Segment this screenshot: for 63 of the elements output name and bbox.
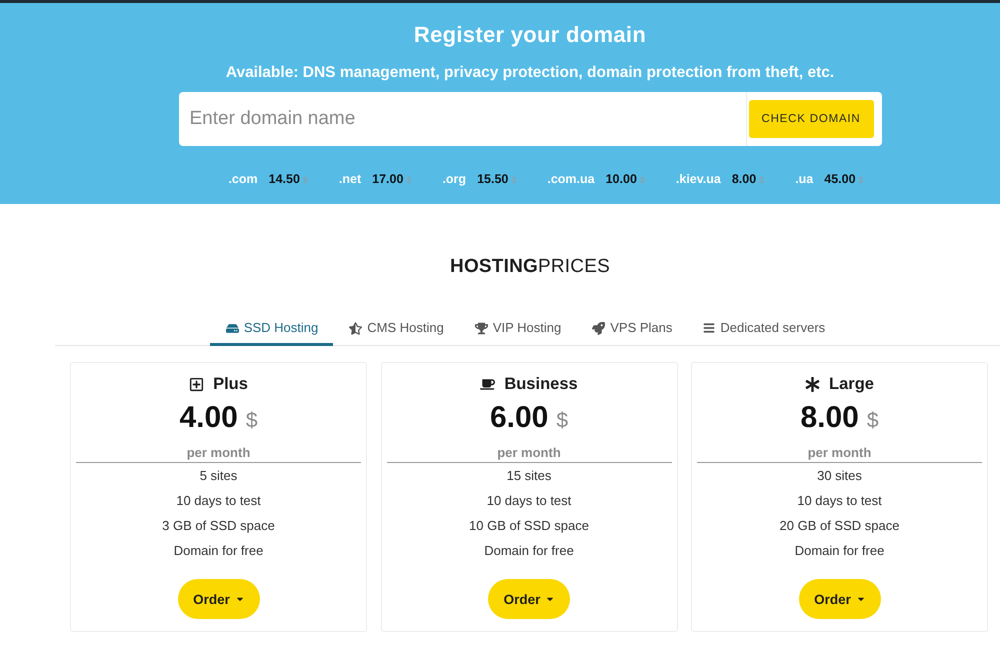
coffee-cup-icon <box>480 376 496 392</box>
domain-search-field[interactable]: Enter domain name CHECK DOMAIN <box>178 92 882 146</box>
plan-feature: 10 GB of SSD space <box>469 517 589 535</box>
hard-drive-icon <box>226 322 239 334</box>
domain-zone: .ua <box>795 172 814 186</box>
hosting-tab[interactable]: VIP Hosting <box>458 310 576 346</box>
plan-price: 6.00 <box>490 400 548 436</box>
billing-period: per month <box>186 444 250 462</box>
plan-feature: Domain for free <box>484 542 574 560</box>
plan-feature: Domain for free <box>174 542 264 560</box>
domain-price: 45.00 <box>824 172 856 186</box>
check-domain-button[interactable]: CHECK DOMAIN <box>748 100 874 138</box>
plan-feature: 3 GB of SSD space <box>162 517 275 535</box>
domain-zone: .net <box>338 172 362 186</box>
currency-symbol: $ <box>759 175 764 185</box>
plan-feature: 15 sites <box>506 467 552 485</box>
billing-period: per month <box>808 444 872 462</box>
domain-input[interactable]: Enter domain name <box>178 92 746 146</box>
domain-zone: .kiev.ua <box>676 172 721 186</box>
currency-symbol: $ <box>858 175 864 185</box>
order-button[interactable]: Order <box>488 579 570 619</box>
domain-price: 10.00 <box>606 172 637 186</box>
plan-price: 8.00 <box>800 400 859 436</box>
plan-feature: 10 days to test <box>176 492 261 510</box>
banner-subtitle: Available: DNS management, privacy protection, domain protection from theft, etc. <box>226 63 834 83</box>
hosting-tab[interactable]: VPS Plans <box>576 310 688 346</box>
currency-symbol: $ <box>640 175 645 185</box>
domain-price: 17.00 <box>372 172 404 186</box>
currency-symbol: $ <box>556 408 568 434</box>
currency-symbol: $ <box>406 175 412 185</box>
list-icon <box>703 322 716 334</box>
domain-price: 15.50 <box>477 172 508 186</box>
currency-symbol: $ <box>246 408 258 434</box>
hosting-tab[interactable]: Dedicated servers <box>687 310 840 346</box>
order-button[interactable]: Order <box>178 579 260 619</box>
domain-zone: .com <box>228 172 258 186</box>
hosting-tab[interactable]: CMS Hosting <box>333 310 459 346</box>
trophy-icon <box>474 322 488 334</box>
plan-feature: 20 GB of SSD space <box>780 517 900 535</box>
domain-zone: .com.ua <box>547 172 595 186</box>
order-button[interactable]: Order <box>798 579 880 619</box>
plan-feature: 10 days to test <box>486 492 572 510</box>
star-icon <box>349 322 362 334</box>
currency-symbol: $ <box>511 175 516 185</box>
banner-title: Register your domain <box>414 21 646 49</box>
plan-feature: 10 days to test <box>797 492 882 510</box>
domain-price: 14.50 <box>268 172 300 186</box>
plan-feature: 30 sites <box>817 467 862 485</box>
currency-symbol: $ <box>302 175 308 185</box>
domain-zone: .org <box>442 172 466 186</box>
hosting-tab[interactable]: SSD Hosting <box>210 310 334 346</box>
plan-feature: 5 sites <box>200 467 238 485</box>
plan-price: 4.00 <box>179 400 238 436</box>
plan-name: Plus <box>213 374 248 394</box>
billing-period: per month <box>497 444 561 462</box>
rocket-icon <box>592 322 606 334</box>
currency-symbol: $ <box>866 408 879 434</box>
plan-name: Large <box>829 374 874 394</box>
plan-name: Business <box>504 374 578 394</box>
asterisk-icon <box>805 376 820 392</box>
domain-price: 8.00 <box>732 172 756 186</box>
section-heading: HOSTINGPRICES <box>450 255 610 279</box>
plan-feature: Domain for free <box>794 542 884 560</box>
